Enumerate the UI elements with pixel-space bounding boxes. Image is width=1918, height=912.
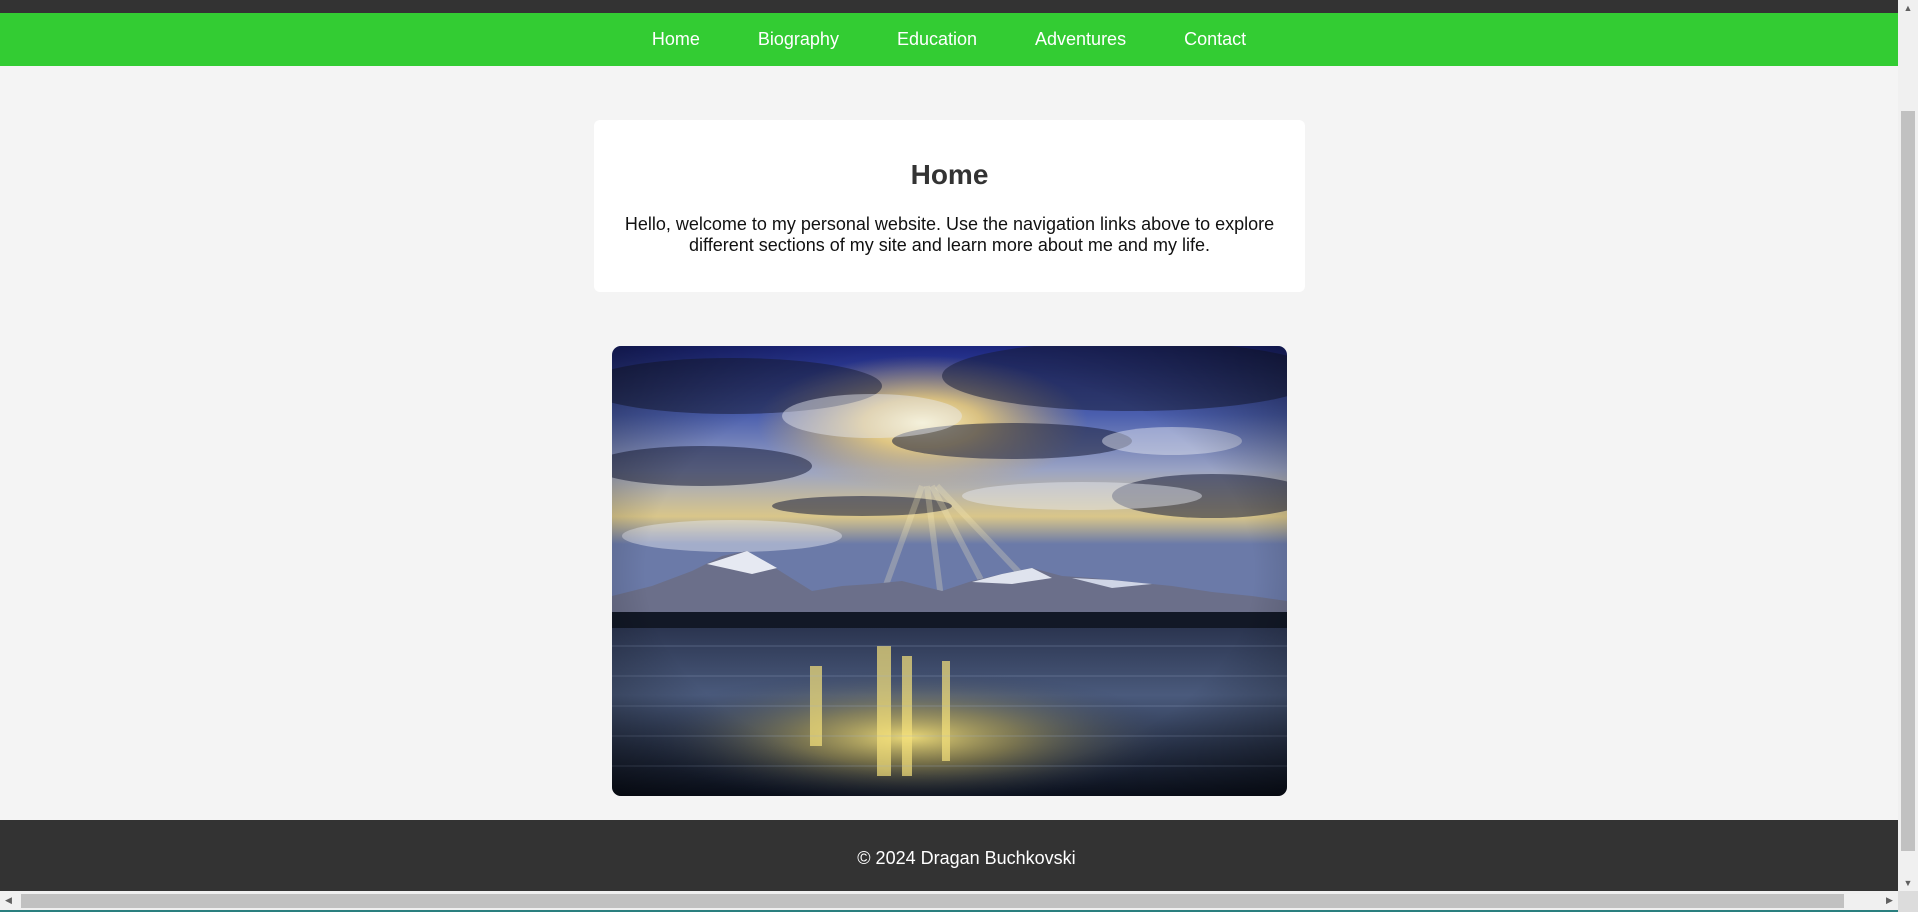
scroll-down-arrow-icon[interactable]: ▼ — [1898, 875, 1918, 891]
vertical-scrollbar[interactable]: ▲ ▼ — [1898, 0, 1918, 891]
vertical-scroll-thumb[interactable] — [1901, 111, 1915, 851]
intro-text: Hello, welcome to my personal website. U… — [624, 214, 1275, 255]
horizontal-scroll-thumb[interactable] — [21, 894, 1844, 908]
hero-landscape-image — [612, 346, 1287, 796]
nav-link-biography[interactable]: Biography — [758, 29, 839, 50]
welcome-card: Home Hello, welcome to my personal websi… — [594, 120, 1305, 292]
scroll-up-arrow-icon[interactable]: ▲ — [1898, 0, 1918, 16]
page-footer: © 2024 Dragan Buchkovski — [0, 820, 1898, 891]
nav-link-home[interactable]: Home — [652, 29, 700, 50]
main-navbar: Home Biography Education Adventures Cont… — [0, 13, 1898, 66]
footer-copyright: © 2024 Dragan Buchkovski — [857, 848, 1076, 868]
scrollbar-corner — [1898, 891, 1918, 912]
nav-link-adventures[interactable]: Adventures — [1035, 29, 1126, 50]
page-viewport: Home Biography Education Adventures Cont… — [0, 0, 1898, 891]
top-strip — [0, 0, 1898, 13]
scroll-right-arrow-icon[interactable]: ▶ — [1881, 891, 1898, 910]
scroll-left-arrow-icon[interactable]: ◀ — [0, 891, 17, 910]
nav-link-contact[interactable]: Contact — [1184, 29, 1246, 50]
page-title: Home — [910, 159, 989, 190]
nav-link-education[interactable]: Education — [897, 29, 977, 50]
horizontal-scrollbar[interactable]: ◀ ▶ — [0, 891, 1898, 912]
